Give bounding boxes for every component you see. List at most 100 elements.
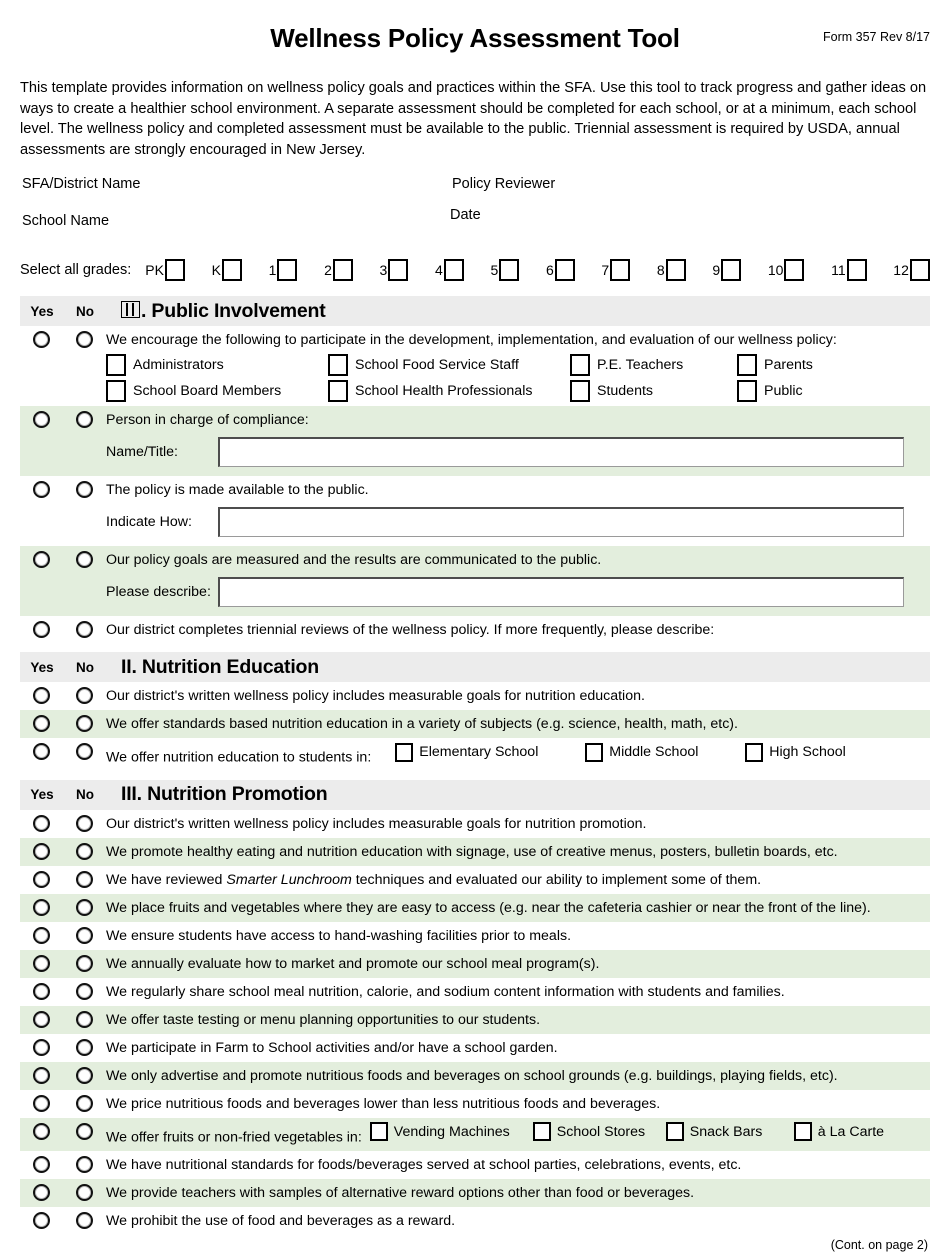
radio-cell-no[interactable] — [63, 1094, 106, 1112]
radio-cell-yes[interactable] — [20, 870, 63, 888]
radio-yes-s0-r3[interactable] — [33, 551, 50, 568]
radio-no-s0-r3[interactable] — [76, 551, 93, 568]
checkbox-middle-school[interactable] — [585, 742, 604, 762]
checkbox-item-snack-bars[interactable]: Snack Bars — [665, 1122, 794, 1142]
radio-yes-s0-r2[interactable] — [33, 481, 50, 498]
radio-no-s1-r1[interactable] — [76, 715, 93, 732]
checkbox-item-administrators[interactable]: Administrators — [106, 354, 328, 376]
radio-no-s2-r5[interactable] — [76, 954, 93, 972]
checkbox-item-school-board-members[interactable]: School Board Members — [106, 380, 328, 402]
radio-cell-yes[interactable] — [20, 331, 63, 348]
radio-no-s1-r0[interactable] — [76, 687, 93, 704]
grade-checkbox-12[interactable] — [909, 259, 930, 281]
radio-cell-yes[interactable] — [20, 1038, 63, 1056]
radio-no-s0-r4[interactable] — [76, 621, 93, 638]
checkbox-item-school-health-professionals[interactable]: School Health Professionals — [328, 380, 570, 402]
radio-cell-yes[interactable] — [20, 411, 63, 428]
checkbox-public[interactable] — [737, 380, 757, 402]
radio-yes-s1-r2[interactable] — [33, 743, 50, 760]
radio-cell-no[interactable] — [63, 743, 106, 760]
checkbox-item-elementary-school[interactable]: Elementary School — [395, 742, 585, 762]
checkbox-school-health-professionals[interactable] — [328, 380, 348, 402]
grade-cell-1[interactable]: 1 — [269, 259, 298, 281]
checkbox-vending-machines[interactable] — [369, 1122, 388, 1141]
radio-no-s2-r0[interactable] — [76, 814, 93, 832]
radio-yes-s2-r12[interactable] — [33, 1156, 50, 1173]
checkbox-school-food-service-staff[interactable] — [328, 354, 348, 376]
radio-yes-s2-r13[interactable] — [33, 1184, 50, 1201]
grade-cell-4[interactable]: 4 — [435, 259, 464, 281]
radio-yes-s2-r14[interactable] — [33, 1212, 50, 1229]
grade-checkbox-6[interactable] — [554, 259, 575, 281]
grade-checkbox-1[interactable] — [277, 259, 298, 281]
text-input-please-describe[interactable] — [218, 577, 904, 607]
text-input-indicate-how[interactable] — [218, 507, 904, 537]
radio-cell-no[interactable] — [63, 814, 106, 832]
checkbox-item-public[interactable]: Public — [737, 380, 857, 402]
radio-cell-no[interactable] — [63, 621, 106, 638]
radio-no-s2-r4[interactable] — [76, 926, 93, 944]
grade-checkbox-2[interactable] — [332, 259, 353, 281]
radio-cell-yes[interactable] — [20, 1212, 63, 1229]
checkbox-item-school-stores[interactable]: School Stores — [532, 1122, 666, 1142]
radio-cell-no[interactable] — [63, 1122, 106, 1140]
radio-no-s0-r1[interactable] — [76, 411, 93, 428]
radio-yes-s2-r0[interactable] — [33, 814, 50, 832]
radio-cell-yes[interactable] — [20, 1010, 63, 1028]
radio-yes-s2-r10[interactable] — [33, 1094, 50, 1112]
radio-yes-s0-r4[interactable] — [33, 621, 50, 638]
radio-cell-yes[interactable] — [20, 743, 63, 760]
grade-checkbox-pk[interactable] — [164, 259, 185, 281]
grade-cell-12[interactable]: 12 — [893, 259, 930, 281]
radio-yes-s2-r1[interactable] — [33, 842, 50, 860]
radio-no-s2-r14[interactable] — [76, 1212, 93, 1229]
checkbox-high-school[interactable] — [745, 742, 764, 762]
radio-cell-no[interactable] — [63, 481, 106, 498]
radio-no-s2-r9[interactable] — [76, 1066, 93, 1084]
checkbox-school-board-members[interactable] — [106, 380, 126, 402]
radio-cell-no[interactable] — [63, 1038, 106, 1056]
checkbox-item-parents[interactable]: Parents — [737, 354, 857, 376]
radio-no-s2-r6[interactable] — [76, 982, 93, 1000]
grade-cell-2[interactable]: 2 — [324, 259, 353, 281]
radio-no-s2-r11[interactable] — [76, 1122, 93, 1140]
radio-cell-yes[interactable] — [20, 1184, 63, 1201]
grade-cell-5[interactable]: 5 — [490, 259, 520, 281]
grade-cell-6[interactable]: 6 — [546, 259, 575, 281]
radio-yes-s1-r1[interactable] — [33, 715, 50, 732]
radio-cell-no[interactable] — [63, 411, 106, 428]
radio-cell-no[interactable] — [63, 1156, 106, 1173]
checkbox-administrators[interactable] — [106, 354, 126, 376]
radio-yes-s2-r11[interactable] — [33, 1122, 50, 1140]
grade-cell-k[interactable]: K — [212, 259, 242, 281]
radio-cell-yes[interactable] — [20, 982, 63, 1000]
checkbox-item-la-carte[interactable]: à La Carte — [793, 1122, 884, 1142]
radio-yes-s2-r9[interactable] — [33, 1066, 50, 1084]
radio-cell-no[interactable] — [63, 551, 106, 568]
grade-cell-pk[interactable]: PK — [145, 259, 185, 281]
radio-cell-yes[interactable] — [20, 551, 63, 568]
text-input-name-title[interactable] — [218, 437, 904, 467]
grade-cell-9[interactable]: 9 — [712, 259, 742, 281]
radio-cell-no[interactable] — [63, 687, 106, 704]
grade-checkbox-3[interactable] — [388, 259, 409, 281]
checkbox-school-stores[interactable] — [532, 1122, 551, 1141]
checkbox-item-school-food-service-staff[interactable]: School Food Service Staff — [328, 354, 570, 376]
grade-checkbox-4[interactable] — [443, 259, 464, 281]
grade-cell-11[interactable]: 11 — [831, 259, 867, 281]
checkbox-item-p-e-teachers[interactable]: P.E. Teachers — [570, 354, 737, 376]
radio-cell-no[interactable] — [63, 1212, 106, 1229]
radio-no-s2-r13[interactable] — [76, 1184, 93, 1201]
radio-no-s1-r2[interactable] — [76, 743, 93, 760]
radio-cell-yes[interactable] — [20, 1122, 63, 1140]
radio-yes-s2-r3[interactable] — [33, 898, 50, 916]
radio-cell-no[interactable] — [63, 331, 106, 348]
radio-cell-yes[interactable] — [20, 715, 63, 732]
radio-no-s2-r8[interactable] — [76, 1038, 93, 1056]
radio-cell-no[interactable] — [63, 842, 106, 860]
checkbox-la-carte[interactable] — [793, 1122, 812, 1141]
grade-checkbox-9[interactable] — [721, 259, 742, 281]
checkbox-item-students[interactable]: Students — [570, 380, 737, 402]
radio-cell-no[interactable] — [63, 982, 106, 1000]
radio-cell-no[interactable] — [63, 898, 106, 916]
